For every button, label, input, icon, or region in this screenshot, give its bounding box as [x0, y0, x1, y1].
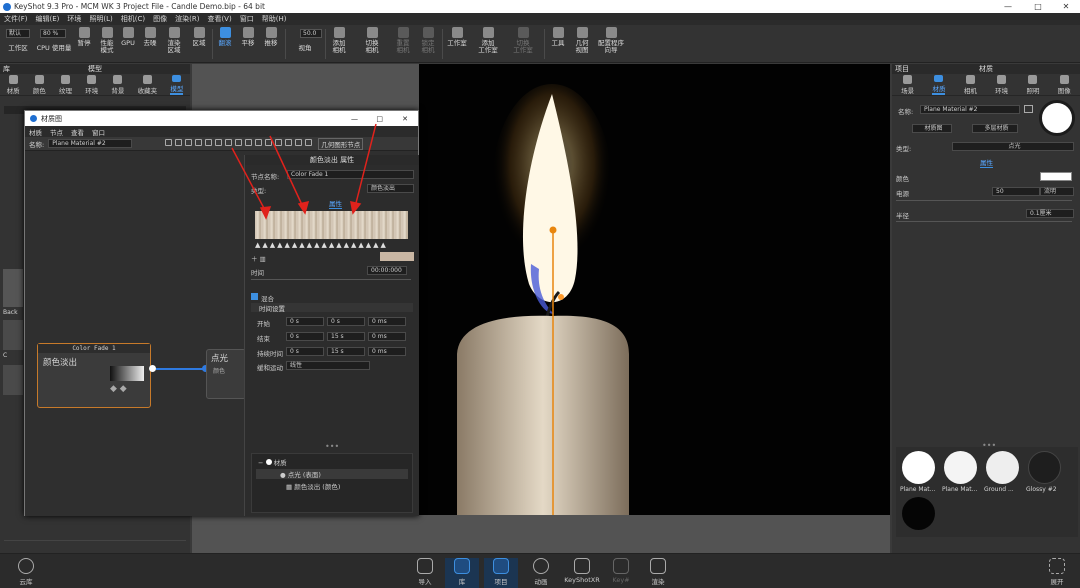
color-swatch[interactable] [1040, 172, 1072, 181]
project-icon [493, 558, 509, 574]
project-panel: 项目 材质 场景 材质 相机 环境 照明 图像 名称: Plane Materia… [892, 64, 1080, 553]
keyvr-icon [613, 558, 629, 574]
project-button[interactable]: 项目 [484, 558, 518, 588]
material-thumb[interactable] [900, 497, 938, 532]
camera-icon [965, 75, 975, 84]
render-button[interactable]: 渲染 [641, 558, 675, 588]
power-field[interactable]: 50 [992, 187, 1040, 196]
material-thumbnails: ••• Plane Mat... Plane Mat... Ground ...… [896, 441, 1078, 537]
material-thumb[interactable]: Ground ... [984, 451, 1022, 493]
multi-layer-material-button[interactable]: 多层材质 [972, 124, 1018, 133]
lighting-icon [1028, 75, 1038, 84]
material-graph-button[interactable]: 材质图 [912, 124, 952, 133]
material-swatch [944, 451, 977, 484]
tab-camera[interactable]: 相机 [964, 75, 977, 95]
project-tabs: 场景 材质 相机 环境 照明 图像 [892, 74, 1080, 96]
image-icon [1059, 75, 1069, 84]
cloud-icon [18, 558, 34, 574]
tab-image[interactable]: 图像 [1058, 75, 1071, 95]
drag-handle-icon[interactable]: ••• [982, 441, 996, 450]
keyshotxr-button[interactable]: KeyShotXR [562, 558, 602, 588]
material-swatch [902, 497, 935, 530]
keyvr-button[interactable]: Key# [604, 558, 638, 588]
material-type-select[interactable]: 点光 [952, 142, 1074, 151]
tab-environment[interactable]: 环境 [995, 75, 1008, 95]
library-button[interactable]: 库 [445, 558, 479, 588]
type-label: 类型: [896, 145, 912, 153]
library-icon [454, 558, 470, 574]
import-icon [417, 558, 433, 574]
keyshotxr-icon [574, 558, 590, 574]
material-swatch [986, 451, 1019, 484]
power-label: 电源 [896, 190, 909, 198]
tab-properties[interactable]: 属性 [980, 157, 993, 168]
material-thumb[interactable]: Plane Mat... [900, 451, 938, 493]
cloud-library-button[interactable]: 云库 [9, 558, 43, 588]
tab-lighting[interactable]: 照明 [1026, 75, 1039, 95]
tab-material[interactable]: 材质 [932, 75, 946, 95]
material-icon [934, 75, 944, 82]
name-label: 名称: [898, 108, 914, 116]
radius-slider[interactable] [896, 221, 1072, 222]
material-swatch [1028, 451, 1061, 484]
power-unit-select[interactable]: 流明 [1040, 187, 1074, 196]
bottom-toolbar: 云库 导入 库 项目 动画 KeyShotXR Key# 渲染 展开 [0, 553, 1080, 588]
animation-icon [533, 558, 549, 574]
project-panel-header: 项目 材质 [892, 64, 1080, 74]
save-material-icon[interactable] [1024, 105, 1033, 113]
material-thumb[interactable]: Glossy #2 [1026, 451, 1066, 493]
material-preview [1039, 100, 1075, 136]
material-name-field[interactable]: Plane Material #2 [920, 105, 1020, 114]
radius-field[interactable]: 0.1厘米 [1026, 209, 1074, 218]
import-button[interactable]: 导入 [408, 558, 442, 588]
color-label: 颜色 [896, 175, 909, 183]
render-icon [650, 558, 666, 574]
tab-scene[interactable]: 场景 [901, 75, 914, 95]
radius-label: 半径 [896, 212, 909, 220]
power-slider[interactable] [896, 200, 1072, 201]
material-thumb[interactable]: Plane Mat... [942, 451, 980, 493]
material-swatch [902, 451, 935, 484]
expand-button[interactable]: 展开 [1040, 558, 1074, 588]
scene-icon [903, 75, 913, 84]
animation-button[interactable]: 动画 [524, 558, 558, 588]
expand-icon [1049, 558, 1065, 574]
environment-icon [997, 75, 1007, 84]
